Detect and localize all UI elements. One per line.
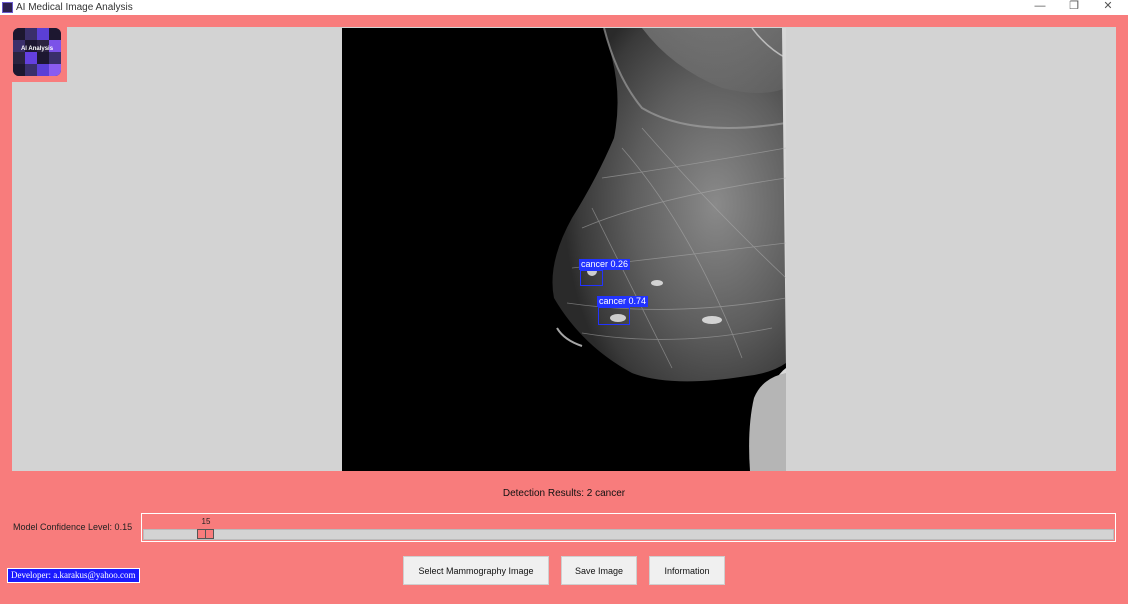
save-image-button[interactable]: Save Image: [561, 556, 637, 585]
detection-results: Detection Results: 2 cancer: [502, 488, 626, 499]
detection-label-2: cancer 0.74: [597, 296, 649, 307]
logo: AI Analysis: [12, 27, 67, 82]
app-icon: [2, 2, 13, 13]
information-button[interactable]: Information: [649, 556, 725, 585]
slider-track[interactable]: [143, 529, 1114, 540]
maximize-button[interactable]: ❐: [1056, 0, 1092, 15]
mammography-graphic: [552, 28, 786, 471]
developer-badge: Developer: a.karakus@yahoo.com: [7, 568, 140, 583]
confidence-slider[interactable]: 15: [141, 513, 1116, 542]
detection-box-1: [580, 270, 603, 286]
confidence-level-label: Model Confidence Level: 0.15: [13, 522, 133, 532]
slider-value: 15: [201, 517, 211, 526]
logo-icon: AI Analysis: [13, 28, 61, 76]
close-button[interactable]: ✕: [1090, 0, 1126, 15]
logo-text: AI Analysis: [20, 46, 54, 52]
minimize-button[interactable]: —: [1022, 0, 1058, 15]
detection-box-2: [598, 307, 630, 325]
select-mammography-image-button[interactable]: Select Mammography Image: [403, 556, 549, 585]
detection-label-1: cancer 0.26: [579, 259, 631, 270]
title-bar: AI Medical Image Analysis — ❐ ✕: [0, 0, 1128, 15]
window-title: AI Medical Image Analysis: [16, 2, 133, 13]
mammography-image: cancer 0.26 cancer 0.74: [342, 28, 786, 471]
slider-handle[interactable]: [197, 529, 214, 539]
